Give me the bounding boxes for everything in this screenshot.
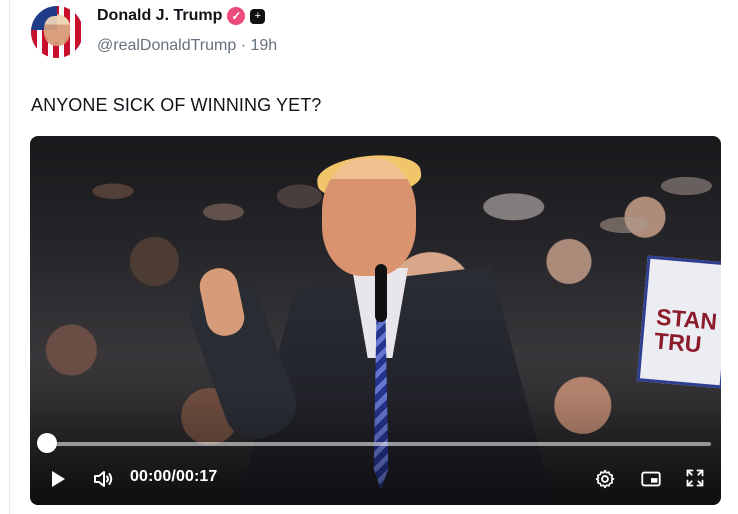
display-name[interactable]: Donald J. Trump	[97, 7, 222, 25]
timestamp[interactable]: 19h	[251, 37, 278, 54]
plus-badge-icon: +	[250, 8, 266, 24]
author-row: Donald J. Trump ✓ +	[97, 7, 266, 25]
verified-badge-icon: ✓	[227, 7, 246, 25]
video-progress-thumb[interactable]	[37, 433, 57, 453]
left-divider	[9, 0, 10, 514]
avatar[interactable]	[31, 6, 83, 58]
handle[interactable]: @realDonaldTrump	[97, 37, 236, 54]
picture-in-picture-icon[interactable]	[640, 468, 662, 490]
current-time: 00:00	[130, 468, 172, 485]
handle-separator: ·	[240, 37, 247, 54]
crowd-sign	[636, 255, 721, 389]
speaker-head	[322, 158, 416, 276]
video-time-display: 00:00/00:17	[130, 468, 217, 486]
handle-row: @realDonaldTrump · 19h	[97, 37, 277, 55]
fullscreen-icon[interactable]	[685, 468, 705, 488]
controls-overlay	[30, 392, 721, 505]
video-progress-track[interactable]	[47, 442, 711, 446]
post-text: ANYONE SICK OF WINNING YET?	[31, 95, 322, 115]
gear-icon[interactable]	[594, 468, 616, 490]
duration: 00:17	[175, 468, 218, 485]
play-icon[interactable]	[47, 468, 69, 490]
volume-icon[interactable]	[92, 468, 116, 490]
microphone	[375, 264, 387, 322]
